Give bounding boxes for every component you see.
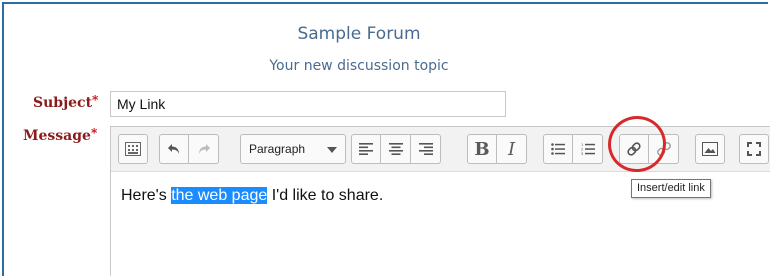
align-left-button[interactable] [351,134,381,164]
forum-panel: Sample Forum Your new discussion topic S… [2,2,770,276]
editor-text-after: I'd like to share. [267,187,384,204]
toolbar-toggle-icon [125,142,141,156]
undo-icon [168,144,179,154]
bold-icon: B [474,138,490,160]
align-center-button[interactable] [381,134,411,164]
required-mark: * [90,126,98,140]
selected-text: the web page [171,187,268,204]
italic-icon: I [507,138,516,160]
editor-text-before: Here's [121,187,172,204]
chevron-down-icon [327,147,337,153]
ordered-list-icon: 1 2 3 [581,143,595,155]
fullscreen-button[interactable] [739,134,769,164]
format-select-value: Paragraph [249,142,306,156]
insert-image-button[interactable] [695,134,725,164]
redo-button[interactable] [189,134,219,164]
required-mark: * [92,93,99,107]
svg-text:2: 2 [581,148,583,152]
redo-icon [198,144,210,154]
message-editor[interactable]: Paragraph B I 1 2 3 Here's the web page … [110,126,770,276]
forum-subtitle: Your new discussion topic [269,58,449,74]
align-left-icon [359,143,373,155]
message-label: Message* [23,126,98,144]
align-right-icon [418,143,433,155]
message-label-text: Message [23,128,91,144]
unordered-list-button[interactable] [543,134,573,164]
undo-button[interactable] [159,134,189,164]
svg-text:1: 1 [581,143,583,147]
insert-link-tooltip: Insert/edit link [631,179,711,198]
forum-title: Sample Forum [297,24,421,44]
editor-toolbar: Paragraph B I 1 2 3 [111,127,770,172]
toolbar-toggle-button[interactable] [118,134,148,164]
unordered-list-icon [551,143,565,155]
subject-label: Subject* [33,93,99,111]
align-center-icon [388,143,403,155]
image-icon [702,142,718,156]
format-select[interactable]: Paragraph [240,134,346,164]
fullscreen-icon [747,142,761,156]
ordered-list-button[interactable]: 1 2 3 [573,134,603,164]
editor-content[interactable]: Here's the web page I'd like to share. [121,187,383,205]
subject-label-text: Subject [33,95,93,111]
subject-input[interactable] [110,91,506,117]
bold-button[interactable]: B [467,134,497,164]
align-right-button[interactable] [411,134,441,164]
svg-text:3: 3 [581,152,583,155]
italic-button[interactable]: I [497,134,527,164]
